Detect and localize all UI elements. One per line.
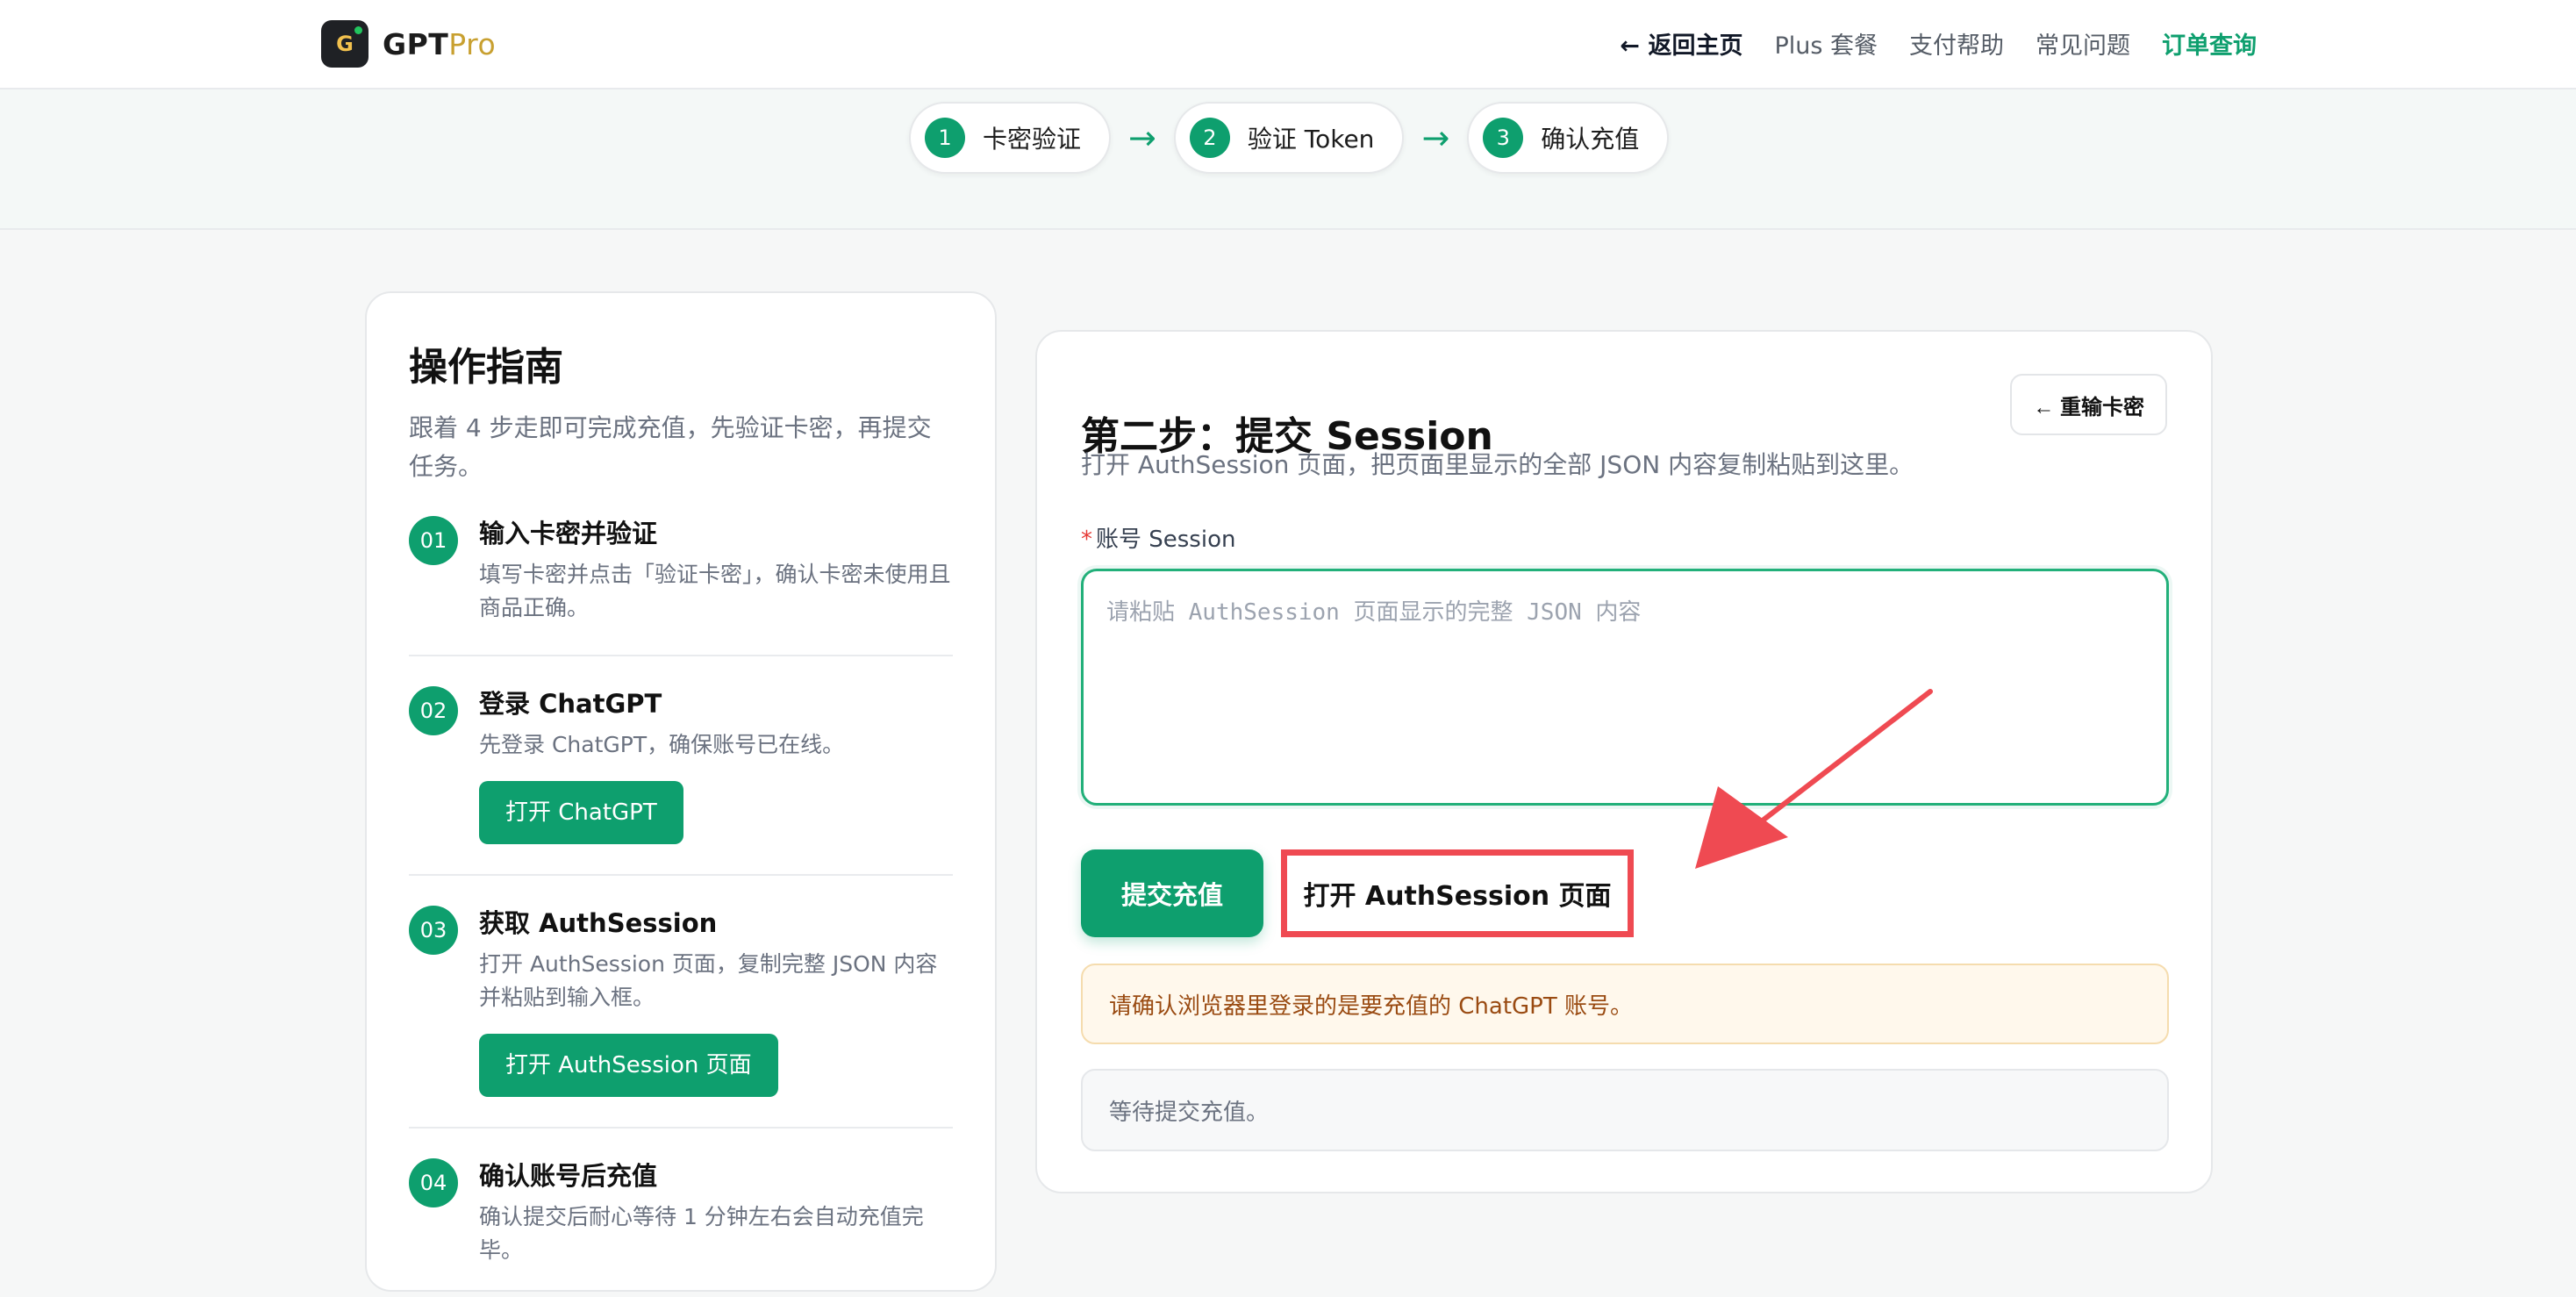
account-warning-notice: 请确认浏览器里登录的是要充值的 ChatGPT 账号。	[1081, 964, 2169, 1044]
arrow-right-icon: →	[1128, 118, 1156, 157]
guide-step-4: 04 确认账号后充值 确认提交后耐心等待 1 分钟左右会自动充值完毕。	[409, 1158, 953, 1297]
nav-links: ← 返回主页 Plus 套餐 支付帮助 常见问题 订单查询	[1620, 26, 2257, 61]
required-mark: *	[1081, 527, 1092, 553]
guide-step-title: 输入卡密并验证	[479, 519, 658, 548]
nav-order-lookup-link[interactable]: 订单查询	[2162, 26, 2257, 61]
stepper-step-1: 1 卡密验证	[909, 102, 1112, 174]
open-chatgpt-button[interactable]: 打开 ChatGPT	[479, 781, 683, 844]
progress-stepper-band: 1 卡密验证 → 2 验证 Token → 3 确认充值	[0, 90, 2576, 230]
guide-step-number: 03	[409, 906, 458, 955]
nav-faq-link[interactable]: 常见问题	[2036, 26, 2130, 61]
nav-payment-help-link[interactable]: 支付帮助	[1909, 26, 2004, 61]
top-navbar: G GPTPro ← 返回主页 Plus 套餐 支付帮助 常见问题 订单查询	[0, 0, 2576, 90]
guide-step-desc: 填写卡密并点击「验证卡密」，确认卡密未使用且商品正确。	[479, 562, 951, 620]
guide-step-number: 04	[409, 1158, 458, 1207]
stepper-step-2: 2 验证 Token	[1173, 102, 1405, 174]
stepper-step-label: 验证 Token	[1247, 125, 1375, 154]
app-logo-icon: G	[321, 20, 369, 68]
brand-name: GPTPro	[383, 27, 496, 61]
guide-step-title: 获取 AuthSession	[479, 908, 718, 938]
stepper-step-label: 确认充值	[1541, 125, 1640, 154]
guide-step-number: 01	[409, 516, 458, 565]
guide-step-1: 01 输入卡密并验证 填写卡密并点击「验证卡密」，确认卡密未使用且商品正确。	[409, 516, 953, 656]
brand[interactable]: G GPTPro	[321, 19, 496, 68]
session-json-input[interactable]	[1081, 569, 2169, 806]
guide-step-desc: 确认提交后耐心等待 1 分钟左右会自动充值完毕。	[479, 1204, 924, 1263]
guide-title: 操作指南	[409, 345, 563, 390]
brand-name-main: GPT	[383, 26, 449, 61]
guide-step-2: 02 登录 ChatGPT 先登录 ChatGPT，确保账号已在线。 打开 Ch…	[409, 686, 953, 876]
submit-recharge-button[interactable]: 提交充值	[1081, 849, 1263, 937]
guide-step-title: 登录 ChatGPT	[479, 689, 662, 719]
session-field-label-text: 账号 Session	[1096, 527, 1236, 553]
nav-back-home-link[interactable]: ← 返回主页	[1620, 26, 1742, 61]
form-description: 打开 AuthSession 页面，把页面里显示的全部 JSON 内容复制粘贴到…	[1081, 450, 1914, 479]
arrow-right-icon: →	[1421, 118, 1450, 157]
stepper-step-number: 3	[1483, 118, 1524, 158]
stepper-step-number: 1	[925, 118, 965, 158]
open-authsession-button[interactable]: 打开 AuthSession 页面	[1281, 849, 1634, 937]
session-form-card: 第二步：提交 Session ← 重输卡密 打开 AuthSession 页面，…	[1035, 330, 2213, 1193]
guide-step-title: 确认账号后充值	[479, 1161, 658, 1191]
nav-plus-plans-link[interactable]: Plus 套餐	[1774, 26, 1878, 61]
guide-step-3: 03 获取 AuthSession 打开 AuthSession 页面，复制完整…	[409, 906, 953, 1129]
guide-open-authsession-button[interactable]: 打开 AuthSession 页面	[479, 1034, 778, 1097]
stepper-step-3: 3 确认充值	[1467, 102, 1670, 174]
logo-letter: G	[336, 32, 354, 56]
guide-step-number: 02	[409, 686, 458, 735]
brand-name-accent: Pro	[448, 26, 497, 61]
guide-card: 操作指南 跟着 4 步走即可完成充值，先验证卡密，再提交任务。 01 输入卡密并…	[365, 291, 997, 1292]
logo-status-dot	[354, 26, 362, 34]
stepper-step-number: 2	[1189, 118, 1230, 158]
stepper-step-label: 卡密验证	[983, 125, 1082, 154]
session-field-label: * 账号 Session	[1081, 521, 1235, 554]
guide-step-desc: 先登录 ChatGPT，确保账号已在线。	[479, 732, 845, 757]
reenter-card-key-button[interactable]: ← 重输卡密	[2010, 374, 2167, 435]
guide-step-desc: 打开 AuthSession 页面，复制完整 JSON 内容并粘贴到输入框。	[479, 951, 938, 1010]
progress-stepper: 1 卡密验证 → 2 验证 Token → 3 确认充值	[909, 102, 1670, 174]
submission-status: 等待提交充值。	[1081, 1069, 2169, 1151]
guide-subtitle: 跟着 4 步走即可完成充值，先验证卡密，再提交任务。	[409, 413, 932, 481]
